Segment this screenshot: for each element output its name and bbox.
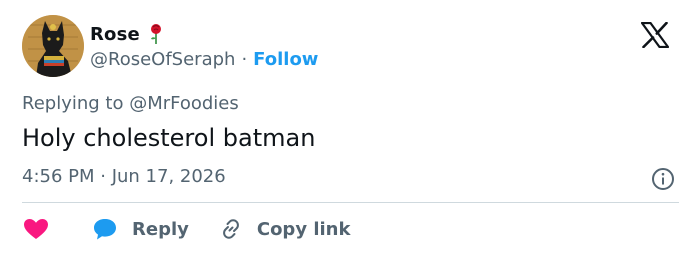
display-name[interactable]: Rose bbox=[90, 24, 140, 45]
x-logo-icon[interactable] bbox=[640, 21, 670, 49]
separator: · bbox=[241, 48, 248, 70]
reply-label: Reply bbox=[132, 218, 189, 240]
replying-to-prefix: Replying to bbox=[22, 93, 130, 114]
copy-link-label: Copy link bbox=[256, 218, 351, 240]
reply-button[interactable]: Reply bbox=[92, 217, 189, 241]
action-bar: Reply Copy link bbox=[22, 215, 350, 243]
author-handle[interactable]: @RoseOfSeraph bbox=[90, 49, 235, 70]
link-icon bbox=[219, 217, 243, 241]
tweet-text: Holy cholesterol batman bbox=[22, 124, 316, 152]
avatar[interactable] bbox=[22, 15, 84, 77]
divider bbox=[22, 202, 679, 203]
bastet-cat-avatar-icon bbox=[22, 15, 84, 77]
heart-icon bbox=[22, 217, 50, 241]
author-name-row: Rose bbox=[90, 22, 164, 46]
timestamp[interactable]: 4:56 PM · Jun 17, 2026 bbox=[22, 166, 226, 187]
replying-to: Replying to @MrFoodies bbox=[22, 93, 239, 114]
handle-row: @RoseOfSeraph · Follow bbox=[90, 47, 318, 71]
copy-link-button[interactable]: Copy link bbox=[219, 217, 351, 241]
like-button[interactable] bbox=[22, 217, 50, 241]
reply-bubble-icon bbox=[92, 217, 118, 241]
info-icon[interactable] bbox=[651, 167, 675, 191]
replying-to-mention[interactable]: @MrFoodies bbox=[129, 93, 239, 114]
follow-button[interactable]: Follow bbox=[253, 49, 318, 70]
rose-icon bbox=[148, 23, 164, 45]
